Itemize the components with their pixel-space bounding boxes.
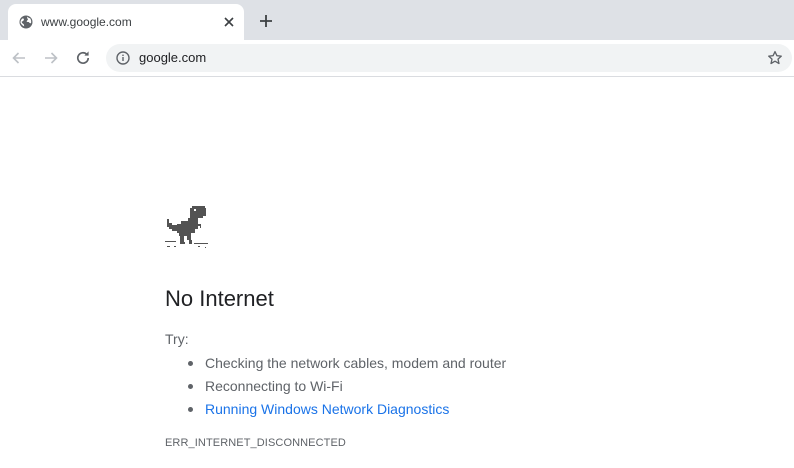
tab-title: www.google.com xyxy=(41,15,132,29)
bookmark-star-button[interactable] xyxy=(767,50,783,66)
arrow-left-icon xyxy=(12,52,25,64)
star-icon xyxy=(768,50,782,65)
suggestion-text: Reconnecting to Wi-Fi xyxy=(205,378,343,394)
globe-icon xyxy=(19,15,33,29)
new-tab-button[interactable] xyxy=(256,11,276,31)
tab-google[interactable]: www.google.com xyxy=(8,4,244,40)
suggestion-list: Checking the network cables, modem and r… xyxy=(185,352,506,421)
network-diagnostics-link[interactable]: Running Windows Network Diagnostics xyxy=(205,401,449,417)
suggestion-text: Checking the network cables, modem and r… xyxy=(205,355,507,371)
arrow-right-icon xyxy=(45,52,58,64)
suggestion-item: Reconnecting to Wi-Fi xyxy=(185,375,506,398)
reload-button[interactable] xyxy=(73,48,93,68)
reload-icon xyxy=(77,51,90,64)
toolbar: google.com xyxy=(0,40,794,77)
back-button[interactable] xyxy=(9,48,29,68)
tab-strip: www.google.com xyxy=(0,0,794,40)
suggestion-item: Running Windows Network Diagnostics xyxy=(185,398,506,421)
browser-window: www.google.com google.com No Internet Tr… xyxy=(0,0,794,468)
info-icon[interactable] xyxy=(116,51,130,65)
try-label: Try: xyxy=(165,331,189,347)
error-heading: No Internet xyxy=(165,286,274,311)
dino-icon xyxy=(165,205,209,249)
error-code: ERR_INTERNET_DISCONNECTED xyxy=(165,437,346,449)
suggestion-item: Checking the network cables, modem and r… xyxy=(185,352,506,375)
url-text[interactable]: google.com xyxy=(139,50,206,66)
forward-button[interactable] xyxy=(41,48,61,68)
address-bar[interactable]: google.com xyxy=(106,44,792,72)
close-icon[interactable] xyxy=(222,15,236,29)
plus-icon xyxy=(260,15,272,27)
